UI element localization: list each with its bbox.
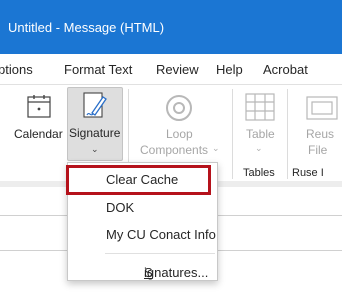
window-title: Untitled - Message (HTML) xyxy=(8,20,165,35)
table-button[interactable]: Table ⌄ xyxy=(237,87,285,161)
ribbon-divider xyxy=(232,89,233,179)
reuse-label: Reus xyxy=(306,127,335,141)
group-label-reuse: Ruse I xyxy=(292,167,324,179)
reuse-files-icon xyxy=(306,96,338,120)
menu-item-dok[interactable]: DOK xyxy=(68,195,217,221)
menu-item-label-rest: ignatures... xyxy=(144,265,209,280)
chevron-down-icon: ⌄ xyxy=(255,143,263,153)
signature-label: Signature xyxy=(69,126,121,140)
ribbon-tabs: ptions Format Text Review Help Acrobat xyxy=(0,54,342,85)
tab-acrobat[interactable]: Acrobat xyxy=(263,62,308,77)
reuse-files-button[interactable]: Reus File xyxy=(292,87,342,161)
calendar-label: Calendar xyxy=(14,127,63,141)
menu-item-clear-cache[interactable]: Clear Cache xyxy=(66,165,211,195)
menu-item-my-cu-contact-info[interactable]: My CU Conact Info xyxy=(68,222,217,248)
calendar-icon xyxy=(27,95,51,118)
tab-review[interactable]: Review xyxy=(156,62,199,77)
components-label: Components xyxy=(140,143,209,157)
menu-item-label: DOK xyxy=(106,200,135,215)
signature-dropdown-menu: Clear Cache DOK My CU Conact Info Signat… xyxy=(66,162,218,281)
loop-icon xyxy=(166,95,192,121)
chevron-down-icon: ⌄ xyxy=(212,143,220,153)
menu-separator xyxy=(105,253,215,254)
group-label-tables: Tables xyxy=(243,167,275,179)
tab-options[interactable]: ptions xyxy=(0,62,33,77)
table-icon xyxy=(245,93,275,121)
title-bar: Untitled - Message (HTML) xyxy=(0,0,342,54)
table-label: Table xyxy=(246,127,275,141)
tab-help[interactable]: Help xyxy=(216,62,243,77)
loop-label: Loop xyxy=(166,127,193,141)
ribbon-divider xyxy=(287,89,288,179)
menu-item-signatures[interactable]: Signatures... xyxy=(68,255,217,281)
calendar-button[interactable]: Calendar xyxy=(12,87,66,161)
menu-item-label: Clear Cache xyxy=(106,172,179,187)
file-label: File xyxy=(308,143,328,157)
menu-item-label: My CU Conact Info xyxy=(106,227,216,242)
loop-components-button[interactable]: Loop Components ⌄ xyxy=(134,87,224,161)
signature-button[interactable]: Signature ⌄ xyxy=(67,87,123,161)
chevron-down-icon: ⌄ xyxy=(91,144,99,154)
signature-icon xyxy=(83,92,107,118)
tab-format-text[interactable]: Format Text xyxy=(64,62,132,77)
